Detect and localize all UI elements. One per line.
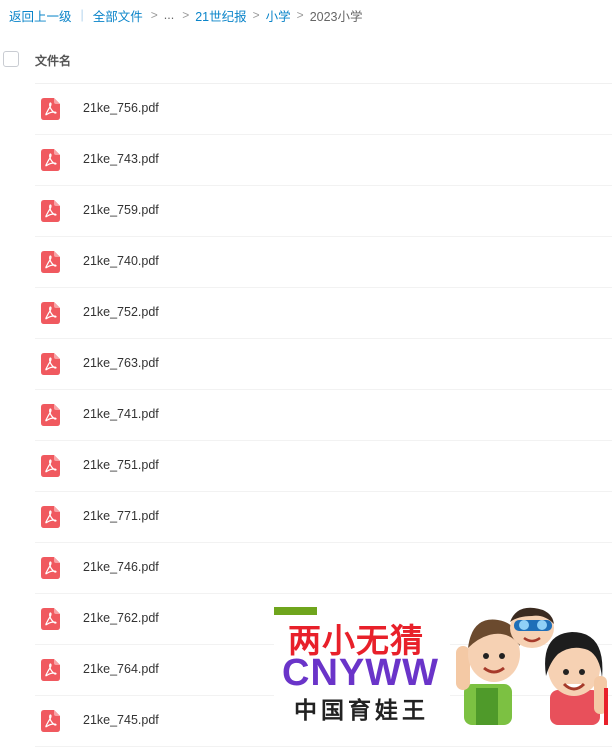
file-row[interactable]: 21ke_743.pdf <box>0 135 612 186</box>
file-row[interactable]: 21ke_741.pdf <box>0 390 612 441</box>
chevron-right-icon: > <box>296 8 304 22</box>
pdf-icon <box>41 455 60 477</box>
logo-sub-title: 中国育娃王 <box>294 698 429 724</box>
back-link[interactable]: 返回上一级 <box>9 6 72 25</box>
file-row[interactable]: 21ke_746.pdf <box>0 543 612 594</box>
file-name[interactable]: 21ke_741.pdf <box>83 407 159 421</box>
breadcrumb-divider: | <box>80 8 84 22</box>
file-name[interactable]: 21ke_764.pdf <box>83 662 159 676</box>
pdf-icon <box>41 200 60 222</box>
file-name[interactable]: 21ke_762.pdf <box>83 611 159 625</box>
pdf-icon <box>41 251 60 273</box>
pdf-icon <box>41 149 60 171</box>
pdf-icon <box>41 404 60 426</box>
two-children-mascot-icon <box>456 607 607 725</box>
file-name[interactable]: 21ke_746.pdf <box>83 560 159 574</box>
chevron-right-icon: > <box>252 8 260 22</box>
file-row[interactable]: 21ke_759.pdf <box>0 186 612 237</box>
breadcrumb: 返回上一级 | 全部文件 > ... > 21世纪报 > 小学 > 2023小学 <box>0 0 612 30</box>
pdf-icon <box>41 506 60 528</box>
file-row[interactable]: 21ke_740.pdf <box>0 237 612 288</box>
file-name[interactable]: 21ke_751.pdf <box>83 458 159 472</box>
pdf-icon <box>41 608 60 630</box>
file-row[interactable]: 21ke_763.pdf <box>0 339 612 390</box>
file-name[interactable]: 21ke_759.pdf <box>83 203 159 217</box>
file-name[interactable]: 21ke_752.pdf <box>83 305 159 319</box>
file-list-header: 文件名 <box>0 44 612 74</box>
pdf-icon <box>41 353 60 375</box>
file-row[interactable]: 21ke_756.pdf <box>0 84 612 135</box>
file-row[interactable]: 21ke_771.pdf <box>0 492 612 543</box>
file-row[interactable]: 21ke_752.pdf <box>0 288 612 339</box>
chevron-right-icon: > <box>182 8 190 22</box>
file-name[interactable]: 21ke_756.pdf <box>83 101 159 115</box>
pdf-icon <box>41 710 60 732</box>
pdf-icon <box>41 557 60 579</box>
logo-en-title: CNYWW <box>282 652 439 694</box>
breadcrumb-xiaoxue[interactable]: 小学 <box>266 6 291 25</box>
pdf-icon <box>41 98 60 120</box>
pdf-icon <box>41 659 60 681</box>
chevron-right-icon: > <box>150 8 158 22</box>
select-all-checkbox[interactable] <box>3 51 19 67</box>
breadcrumb-21shijibao[interactable]: 21世纪报 <box>195 6 246 25</box>
breadcrumb-ellipsis[interactable]: ... <box>164 8 174 22</box>
column-header-filename[interactable]: 文件名 <box>35 52 71 69</box>
file-name[interactable]: 21ke_771.pdf <box>83 509 159 523</box>
file-name[interactable]: 21ke_763.pdf <box>83 356 159 370</box>
file-name[interactable]: 21ke_740.pdf <box>83 254 159 268</box>
watermark-logo: 两小无猜 CNYWW 中国育娃王 <box>274 606 612 725</box>
file-name[interactable]: 21ke_743.pdf <box>83 152 159 166</box>
all-files-link[interactable]: 全部文件 <box>93 6 143 25</box>
file-row[interactable]: 21ke_751.pdf <box>0 441 612 492</box>
pdf-icon <box>41 302 60 324</box>
edge-accent <box>604 688 608 725</box>
breadcrumb-current: 2023小学 <box>309 9 363 24</box>
